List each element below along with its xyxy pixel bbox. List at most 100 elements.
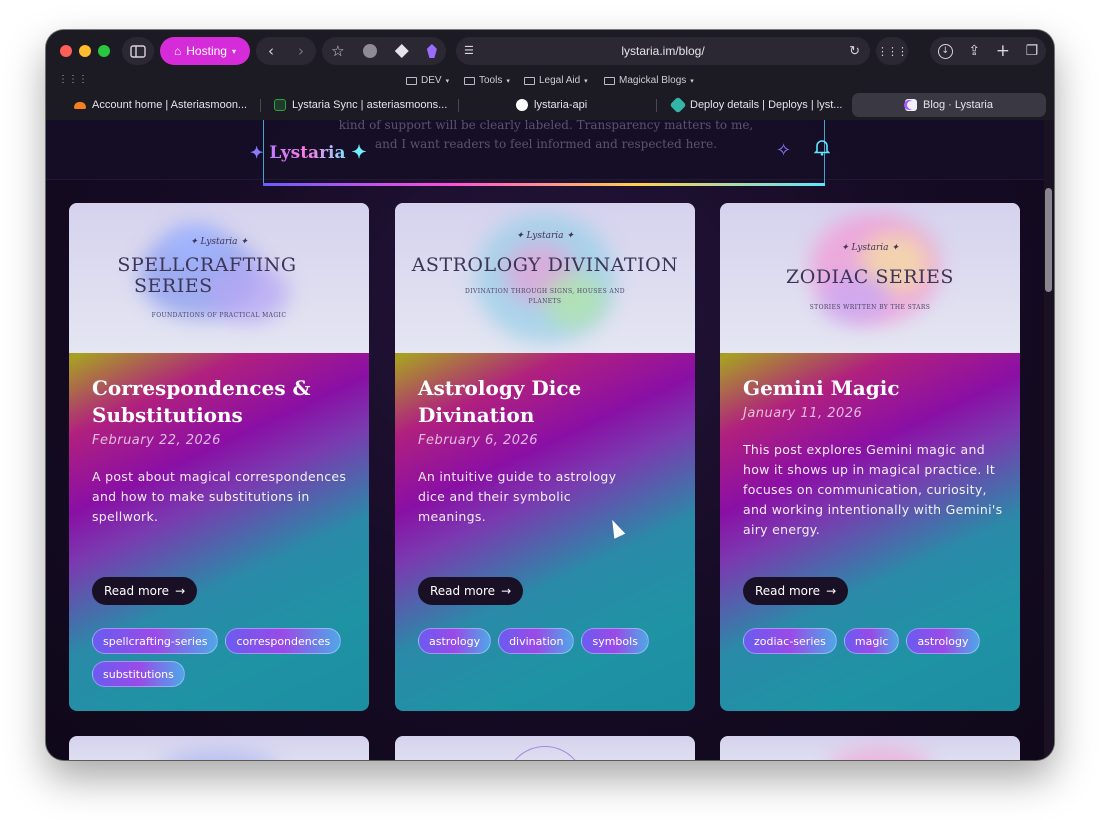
- star-icon[interactable]: ☆: [331, 43, 344, 59]
- card-tags: zodiac-series magic astrology: [743, 628, 1003, 654]
- card-title[interactable]: Correspondences & Substitutions: [92, 375, 342, 429]
- tab-blog-lystaria[interactable]: Blog · Lystaria: [852, 93, 1046, 117]
- extension-icon[interactable]: [394, 44, 409, 58]
- card-description: A post about magical correspondences and…: [92, 469, 347, 524]
- bookmark-folder-tools[interactable]: Tools ▾: [464, 75, 510, 86]
- bell-icon[interactable]: [813, 138, 831, 156]
- address-bar[interactable]: ☰ lystaria.im/blog/ ↻: [456, 37, 870, 65]
- tab-label: Deploy details | Deploys | lyst...: [690, 99, 843, 111]
- share-icon[interactable]: ⇪: [968, 44, 980, 58]
- logo-text: Lystaria: [269, 142, 346, 163]
- cover-subtitle: DIVINATION THROUGH SIGNS, HOUSES AND PLA…: [465, 288, 625, 305]
- tab-lystaria-api[interactable]: lystaria-api: [506, 93, 656, 117]
- github-icon: [516, 99, 528, 111]
- cover-brand: ✦ Lystaria ✦: [841, 243, 899, 253]
- netlify-icon: [669, 96, 687, 114]
- read-more-label: Read more: [430, 584, 496, 598]
- forward-icon[interactable]: ›: [298, 43, 304, 59]
- card-title[interactable]: Astrology Dice Divination: [418, 375, 668, 429]
- scrollbar-thumb[interactable]: [1045, 188, 1052, 292]
- read-more-button[interactable]: Read more →: [743, 577, 849, 605]
- blog-card-next-row[interactable]: [69, 736, 369, 760]
- chevron-down-icon: ▾: [231, 46, 236, 56]
- blog-card-next-row[interactable]: [720, 736, 1020, 760]
- tag-chip[interactable]: magic: [843, 628, 900, 654]
- site-header: kind of support will be clearly labeled.…: [46, 120, 1046, 186]
- tag-chip[interactable]: correspondences: [225, 628, 342, 654]
- card-description: This post explores Gemini magic and how …: [743, 442, 1003, 537]
- blog-card-gemini-magic[interactable]: ✦ Lystaria ✦ ZODIAC SERIES STORIES WRITT…: [720, 203, 1020, 711]
- bookmark-folder-dev[interactable]: DEV ▾: [406, 75, 449, 86]
- tab-lystaria-sync[interactable]: Lystaria Sync | asteriasmoons...: [264, 93, 454, 117]
- apps-button[interactable]: ⋮⋮⋮: [876, 37, 908, 65]
- cover-subtitle: STORIES WRITTEN BY THE STARS: [809, 304, 931, 311]
- browser-window: ⌂ Hosting ▾ ‹ › ☆ ☰ lystaria.im/blog/ ↻ …: [46, 30, 1054, 760]
- read-more-button[interactable]: Read more →: [92, 577, 198, 605]
- card-date: January 11, 2026: [743, 406, 863, 421]
- card-cover-image: ✦ Lystaria ✦ ASTROLOGY DIVINATION DIVINA…: [395, 203, 695, 353]
- tab-label: Blog · Lystaria: [923, 99, 993, 111]
- cover-title: ZODIAC SERIES: [786, 266, 954, 288]
- card-date: February 22, 2026: [92, 433, 221, 448]
- window-actions: ↓ ⇪ + ❐: [930, 37, 1046, 65]
- browser-toolbar: ⌂ Hosting ▾ ‹ › ☆ ☰ lystaria.im/blog/ ↻ …: [46, 30, 1054, 72]
- profile-label: Hosting: [186, 44, 227, 58]
- extensions-group: ☆: [322, 37, 446, 65]
- sparkle-icon: ✦: [250, 143, 264, 162]
- tab-deploy-details[interactable]: Deploy details | Deploys | lyst...: [662, 93, 850, 117]
- bookmark-folder-legal-aid[interactable]: Legal Aid ▾: [524, 75, 588, 86]
- pinterest-icon[interactable]: [362, 44, 377, 58]
- tab-label: Account home | Asteriasmoon...: [92, 99, 248, 111]
- bookmark-folder-magickal-blogs[interactable]: Magickal Blogs ▾: [604, 75, 694, 86]
- tab-account-home[interactable]: Account home | Asteriasmoon...: [64, 93, 254, 117]
- card-cover-image: ✦ Lystaria ✦ ZODIAC SERIES STORIES WRITT…: [720, 203, 1020, 353]
- folder-icon: [464, 76, 475, 85]
- crystal-icon[interactable]: [426, 44, 437, 58]
- page-content: kind of support will be clearly labeled.…: [46, 120, 1054, 760]
- notice-line-1: kind of support will be clearly labeled.…: [338, 120, 754, 132]
- tag-chip[interactable]: astrology: [906, 628, 980, 654]
- card-date: February 6, 2026: [418, 433, 539, 448]
- tag-chip[interactable]: astrology: [418, 628, 492, 654]
- folder-icon: [604, 76, 615, 85]
- blog-card-correspondences[interactable]: ✦ Lystaria ✦ SPELLCRAFTING SERIES FOUNDA…: [69, 203, 369, 711]
- tabs-icon[interactable]: ❐: [1026, 44, 1039, 58]
- sidebar-toggle-button[interactable]: [122, 37, 154, 65]
- read-more-button[interactable]: Read more →: [418, 577, 524, 605]
- zoom-window-button[interactable]: [98, 45, 110, 57]
- sparkle-menu-icon[interactable]: ✧: [776, 140, 791, 161]
- page-menu-icon[interactable]: ☰: [464, 44, 474, 57]
- card-title[interactable]: Gemini Magic: [743, 375, 993, 402]
- tag-chip[interactable]: divination: [498, 628, 575, 654]
- card-tags: astrology divination symbols: [418, 628, 678, 654]
- minimize-window-button[interactable]: [79, 45, 91, 57]
- blog-card-next-row[interactable]: [395, 736, 695, 760]
- tab-label: Lystaria Sync | asteriasmoons...: [292, 99, 448, 111]
- tag-chip[interactable]: symbols: [581, 628, 649, 654]
- tab-bar: Account home | Asteriasmoon... Lystaria …: [46, 92, 1054, 120]
- bookmark-label: Tools: [479, 75, 503, 86]
- arrow-right-icon: →: [175, 584, 186, 598]
- rainbow-divider: [263, 183, 825, 186]
- tag-chip[interactable]: substitutions: [92, 661, 185, 687]
- home-icon: ⌂: [174, 44, 182, 58]
- close-window-button[interactable]: [60, 45, 72, 57]
- bookmarks-grid-icon[interactable]: ⋮⋮⋮: [58, 74, 88, 85]
- arrow-right-icon: →: [501, 584, 512, 598]
- read-more-label: Read more: [104, 584, 170, 598]
- tag-chip[interactable]: spellcrafting-series: [92, 628, 219, 654]
- site-logo[interactable]: ✦ Lystaria ✦: [250, 142, 367, 163]
- tab-label: lystaria-api: [534, 99, 588, 111]
- card-cover-image: ✦ Lystaria ✦ SPELLCRAFTING SERIES FOUNDA…: [69, 203, 369, 353]
- cover-title: SPELLCRAFTING SERIES: [117, 254, 297, 297]
- profile-button[interactable]: ⌂ Hosting ▾: [160, 37, 250, 65]
- plus-icon[interactable]: +: [996, 42, 1010, 60]
- cover-subtitle: FOUNDATIONS OF PRACTICAL MAGIC: [151, 312, 287, 319]
- cover-brand: ✦ Lystaria ✦: [516, 231, 574, 241]
- back-icon[interactable]: ‹: [268, 43, 274, 59]
- reload-icon[interactable]: ↻: [849, 43, 860, 59]
- moon-icon: [905, 99, 918, 111]
- tag-chip[interactable]: zodiac-series: [743, 628, 837, 654]
- blog-card-astrology-dice[interactable]: ✦ Lystaria ✦ ASTROLOGY DIVINATION DIVINA…: [395, 203, 695, 711]
- download-icon[interactable]: ↓: [937, 43, 953, 59]
